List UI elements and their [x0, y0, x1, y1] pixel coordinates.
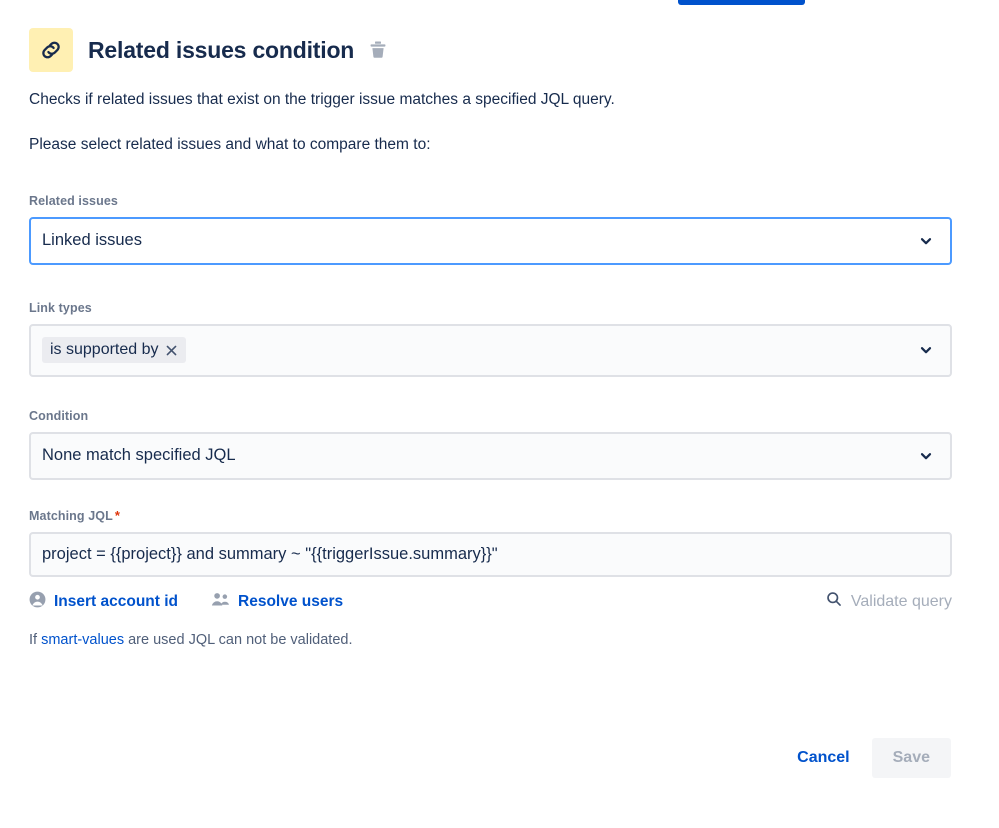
link-chain-icon: [29, 28, 73, 72]
label-condition: Condition: [29, 408, 89, 423]
label-matching-jql-text: Matching JQL: [29, 508, 113, 523]
select-condition-value: None match specified JQL: [42, 446, 236, 465]
label-matching-jql: Matching JQL *: [29, 508, 999, 523]
field-matching-jql: Matching JQL * project = {{project}} and …: [0, 480, 999, 577]
trash-icon[interactable]: [366, 38, 390, 62]
panel-footer: Cancel Save: [0, 738, 999, 778]
person-icon: [29, 591, 46, 613]
validate-query-link[interactable]: Validate query: [826, 591, 952, 612]
label-related-issues: Related issues: [29, 193, 118, 208]
save-button[interactable]: Save: [871, 738, 951, 778]
jql-input[interactable]: project = {{project}} and summary ~ "{{t…: [29, 531, 952, 577]
field-related-issues: Related issues Linked issues: [0, 156, 999, 265]
cancel-button[interactable]: Cancel: [793, 741, 853, 775]
search-icon: [826, 591, 842, 612]
people-group-icon: [211, 591, 230, 613]
note-prefix: If: [29, 631, 42, 648]
insert-account-id-link[interactable]: Insert account id: [29, 591, 178, 613]
required-marker: *: [114, 507, 121, 523]
panel-description-line2: Please select related issues and what to…: [29, 135, 431, 153]
link-type-chip-label: is supported by: [50, 341, 159, 359]
validate-query-label: Validate query: [850, 592, 952, 610]
select-condition[interactable]: None match specified JQL: [29, 431, 952, 480]
field-link-types: Link types is supported by: [0, 265, 999, 377]
panel-header: Related issues condition: [0, 0, 999, 72]
insert-account-id-label: Insert account id: [54, 592, 179, 610]
select-related-issues-value: Linked issues: [42, 231, 142, 250]
smart-values-note: If smart-values are used JQL can not be …: [0, 617, 999, 648]
field-condition: Condition None match specified JQL: [0, 377, 999, 480]
select-link-types[interactable]: is supported by: [29, 323, 952, 377]
link-type-chip[interactable]: is supported by: [42, 337, 186, 364]
resolve-users-label: Resolve users: [238, 592, 344, 610]
select-related-issues[interactable]: Linked issues: [29, 216, 952, 265]
label-link-types: Link types: [29, 300, 92, 315]
page-title: Related issues condition: [88, 36, 355, 63]
panel-description-line1: Checks if related issues that exist on t…: [29, 91, 615, 108]
note-suffix: are used JQL can not be validated.: [124, 631, 353, 648]
jql-actions-row: Insert account id Resolve users Validate…: [29, 587, 952, 617]
related-issues-condition-panel: Related issues condition Checks if relat…: [0, 0, 999, 648]
close-icon[interactable]: [161, 339, 183, 361]
chevron-down-icon: [918, 233, 934, 249]
jql-input-value: project = {{project}} and summary ~ "{{t…: [42, 544, 498, 563]
resolve-users-link[interactable]: Resolve users: [211, 591, 343, 613]
chevron-down-icon: [918, 448, 934, 464]
chevron-down-icon: [918, 342, 934, 358]
smart-values-link[interactable]: smart-values: [41, 632, 124, 648]
